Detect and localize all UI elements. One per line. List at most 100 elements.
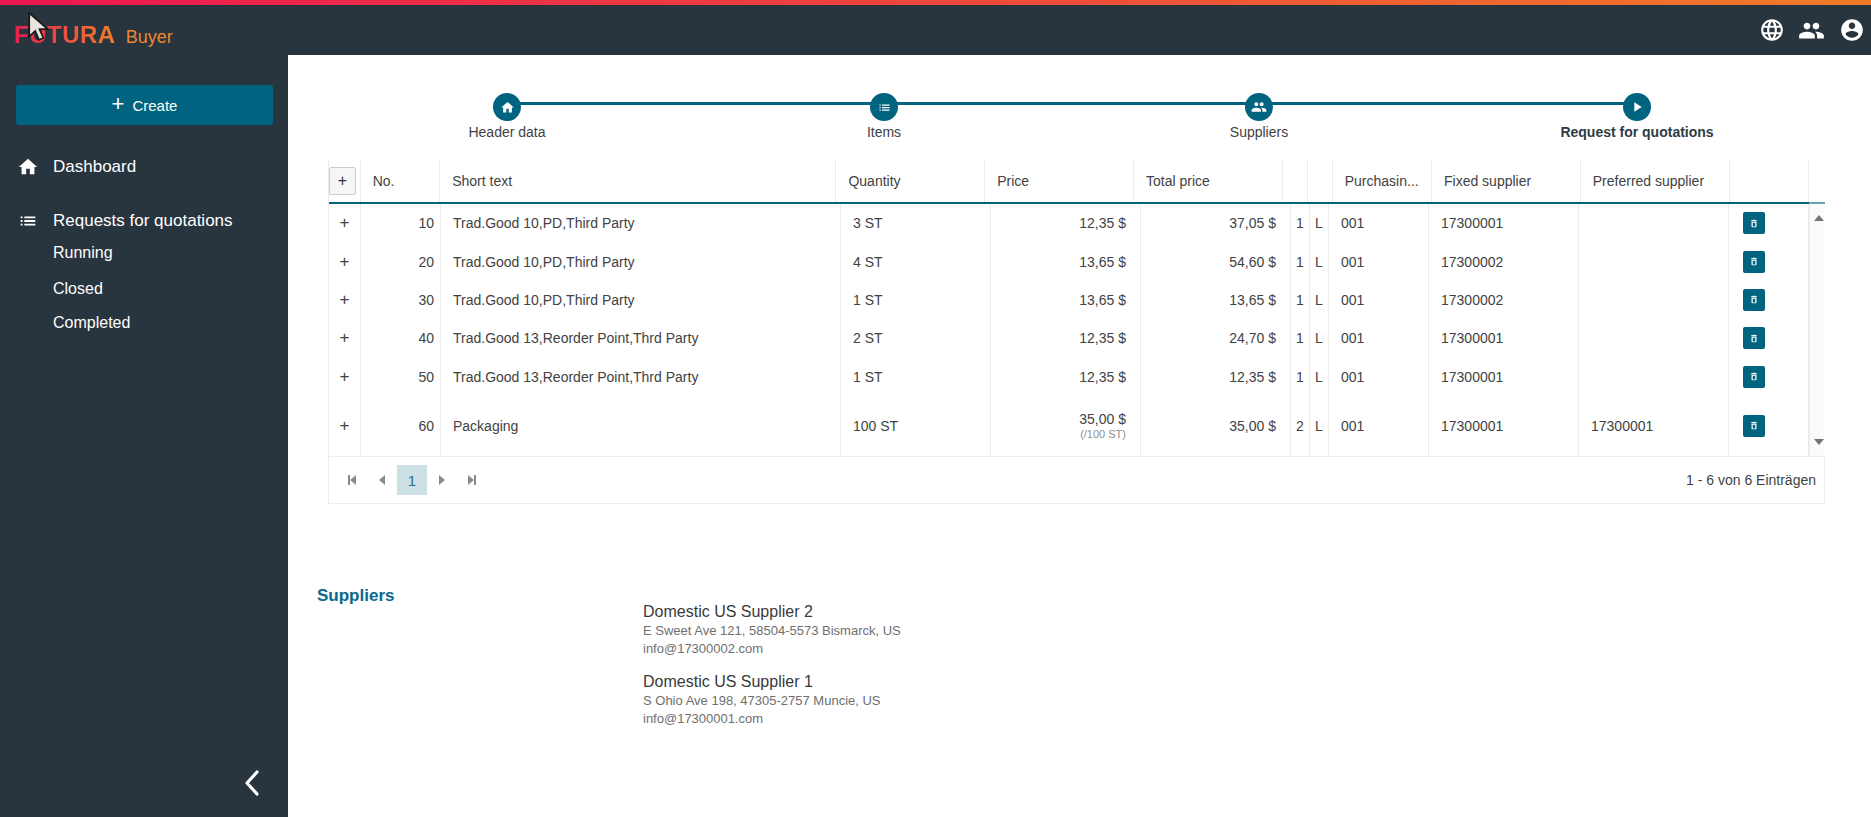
cell-value: Trad.Good 10,PD,Third Party [453,254,635,270]
cell-value: L [1315,292,1323,308]
pager-first-button[interactable] [337,465,367,495]
column-header-text[interactable]: Short text [440,160,836,202]
cell-price: 12,35 $ [991,358,1141,396]
grid-pager: 1 1 - 6 von 6 Einträgen [328,456,1825,504]
step-circle-2[interactable] [870,93,898,121]
column-header-c1[interactable] [1283,160,1308,202]
account-icon[interactable] [1838,17,1865,44]
sidebar-collapse-button[interactable] [236,763,268,803]
sidebar-item-dashboard[interactable]: Dashboard [0,147,288,187]
cell-pref: 17300001 [1579,396,1729,456]
cell-value: 2 ST [853,330,883,346]
cell-purch: 001 [1329,281,1429,319]
table-row: +30Trad.Good 10,PD,Third Party1 ST13,65 … [329,281,1809,319]
sidebar-subitem-closed[interactable]: Closed [0,271,288,307]
expand-row-button[interactable]: + [340,252,350,272]
expand-row-button[interactable]: + [340,367,350,387]
sidebar-subitem-running[interactable]: Running [0,235,288,271]
expand-all-button[interactable]: + [329,167,356,195]
column-header-qty[interactable]: Quantity [836,160,985,202]
cell-c2: L [1310,358,1329,396]
column-header-no[interactable]: No. [361,160,440,202]
trash-icon [1749,292,1759,307]
column-header-total[interactable]: Total price [1134,160,1283,202]
expand-row-button[interactable]: + [340,416,350,436]
delete-row-button[interactable] [1743,251,1765,273]
create-button-label: Create [132,97,177,114]
cell-value: L [1315,369,1323,385]
cell-c1: 1 [1291,319,1310,357]
sidebar-subitem-completed[interactable]: Completed [0,305,288,341]
cell-value: Trad.Good 10,PD,Third Party [453,292,635,308]
table-row: +40Trad.Good 13,Reorder Point,Thrd Party… [329,319,1809,357]
column-header-label: Price [997,173,1029,189]
pager-last-button[interactable] [457,465,487,495]
column-header-exp[interactable]: + [329,160,361,202]
cell-value: 1 [1296,215,1304,231]
cell-value: 001 [1341,292,1364,308]
cell-total: 13,65 $ [1141,281,1291,319]
grid-main: +No.Short textQuantityPriceTotal pricePu… [328,160,1809,456]
cell-total: 12,35 $ [1141,358,1291,396]
cell-actions [1729,204,1809,242]
cell-pref [1579,319,1729,357]
create-button[interactable]: + Create [16,85,273,125]
delete-row-button[interactable] [1743,289,1765,311]
groups-icon[interactable] [1798,17,1825,44]
delete-row-button[interactable] [1743,327,1765,349]
supplier-address: S Ohio Ave 198, 47305-2757 Muncie, US [643,692,881,710]
column-header-fixed[interactable]: Fixed supplier [1432,160,1581,202]
pager-nav: 1 [337,465,487,495]
cell-pref [1579,204,1729,242]
cell-value: 17300001 [1591,418,1653,434]
cell-actions [1729,358,1809,396]
scroll-down-icon[interactable] [1814,439,1824,445]
step-circle-4[interactable] [1623,93,1651,121]
grid-vertical-scrollbar[interactable] [1809,204,1825,456]
delete-row-button[interactable] [1743,366,1765,388]
cell-text: Trad.Good 13,Reorder Point,Thrd Party [441,319,841,357]
delete-row-button[interactable] [1743,415,1765,437]
supplier-card: Domestic US Supplier 2 E Sweet Ave 121, … [643,602,901,658]
cell-value: 50 [418,369,434,385]
step-circle-1[interactable] [493,93,521,121]
cell-value: 100 ST [853,418,898,434]
column-header-purch[interactable]: Purchasin... [1333,160,1432,202]
cell-total: 37,05 $ [1141,204,1291,242]
sidebar-subitem-label: Closed [53,280,103,298]
column-header-pref[interactable]: Preferred supplier [1581,160,1730,202]
cell-value: 10 [418,215,434,231]
column-header-price[interactable]: Price [985,160,1134,202]
expand-row-button[interactable]: + [340,213,350,233]
cell-fixed: 17300001 [1429,319,1579,357]
price-unit: (/100 ST) [1080,427,1126,441]
cell-value: 12,35 $ [1229,369,1276,385]
step-label: Items [867,124,901,140]
cell-c2: L [1310,242,1329,280]
cell-qty: 1 ST [841,281,991,319]
cell-price: 12,35 $ [991,319,1141,357]
cell-c2: L [1310,281,1329,319]
pager-next-button[interactable] [427,465,457,495]
cell-qty: 4 ST [841,242,991,280]
cell-value: L [1315,418,1323,434]
cell-purch: 001 [1329,396,1429,456]
cell-fixed: 17300002 [1429,281,1579,319]
delete-row-button[interactable] [1743,212,1765,234]
pager-page-1[interactable]: 1 [397,465,427,495]
step-circle-3[interactable] [1245,93,1273,121]
column-header-label: Short text [452,173,512,189]
scroll-up-icon[interactable] [1814,215,1824,221]
cell-purch: 001 [1329,358,1429,396]
expand-row-button[interactable]: + [340,290,350,310]
expand-row-button[interactable]: + [340,328,350,348]
pager-prev-button[interactable] [367,465,397,495]
cell-text: Trad.Good 10,PD,Third Party [441,242,841,280]
cell-value: 20 [418,254,434,270]
language-globe-icon[interactable] [1758,17,1785,44]
cell-exp: + [329,242,361,280]
column-header-c2[interactable] [1308,160,1333,202]
cell-price: 35,00 $(/100 ST) [991,396,1141,456]
cell-pref [1579,281,1729,319]
cell-no: 20 [361,242,441,280]
